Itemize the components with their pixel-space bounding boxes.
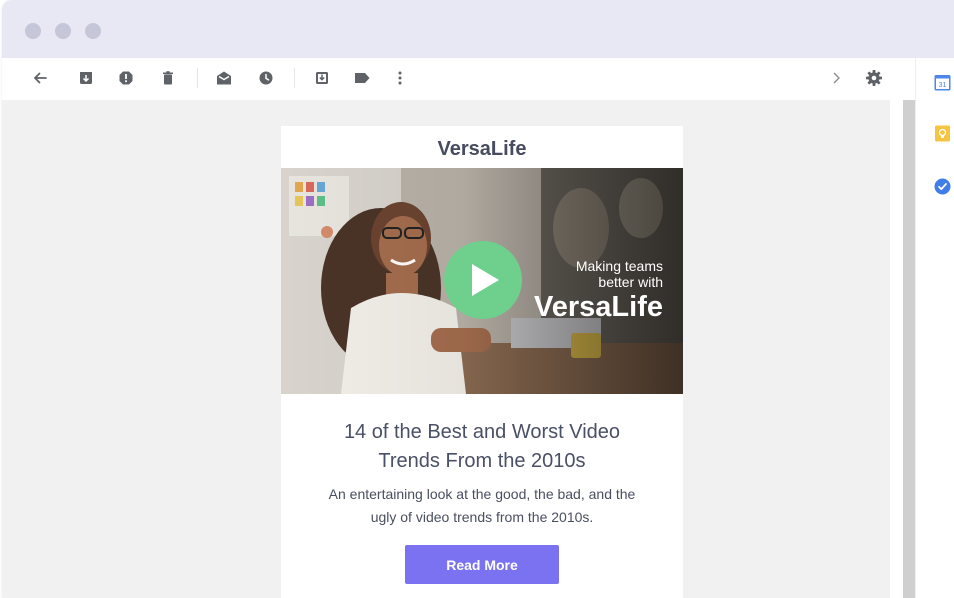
settings-gear-icon[interactable]: [864, 68, 884, 88]
back-arrow-icon[interactable]: [30, 68, 50, 88]
delete-icon[interactable]: [158, 68, 178, 88]
read-more-button[interactable]: Read More: [405, 545, 559, 584]
description-line-1: An entertaining look at the good, the ba…: [328, 486, 636, 502]
mark-unread-icon[interactable]: [214, 68, 234, 88]
next-chevron-icon[interactable]: [826, 68, 846, 88]
scrollbar[interactable]: [903, 100, 915, 598]
archive-icon[interactable]: [76, 68, 96, 88]
headline-line-1: 14 of the Best and Worst Video: [343, 421, 621, 443]
tasks-icon[interactable]: [934, 178, 951, 195]
snooze-clock-icon[interactable]: [256, 68, 276, 88]
article-description: An entertaining look at the good, the ba…: [301, 483, 663, 529]
calendar-icon[interactable]: 31: [934, 74, 951, 91]
headline-line-2: Trends From the 2010s: [378, 450, 586, 472]
article-headline: 14 of the Best and Worst Video Trends Fr…: [301, 418, 663, 476]
window-maximize-dot[interactable]: [85, 23, 101, 39]
side-panel: 31: [915, 58, 954, 598]
description-line-2: ugly of video trends from the 2010s.: [370, 509, 594, 525]
window-close-dot[interactable]: [25, 23, 41, 39]
more-options-icon[interactable]: [390, 68, 410, 88]
email-body: VersaLife Making teams better with Versa…: [281, 126, 683, 598]
hero-tagline-line1: Making teams: [575, 258, 663, 274]
hero-tagline-brand: VersaLife: [534, 291, 663, 323]
message-content-area: VersaLife Making teams better with Versa…: [2, 100, 890, 598]
hero-video-thumbnail[interactable]: Making teams better with VersaLife: [281, 168, 683, 394]
toolbar-divider: [294, 68, 295, 88]
move-to-icon[interactable]: [312, 68, 332, 88]
window-minimize-dot[interactable]: [55, 23, 71, 39]
keep-notes-icon[interactable]: [934, 125, 951, 142]
scroll-track: [890, 100, 903, 598]
window-titlebar: [2, 0, 954, 58]
hero-tagline-line2: better with: [598, 274, 663, 290]
calendar-badge-text: 31: [939, 82, 947, 89]
label-icon[interactable]: [352, 68, 372, 88]
mail-toolbar: [2, 58, 916, 100]
toolbar-divider: [197, 68, 198, 88]
report-spam-icon[interactable]: [116, 68, 136, 88]
mail-window: VersaLife Making teams better with Versa…: [2, 0, 954, 598]
brand-name: VersaLife: [437, 138, 527, 160]
